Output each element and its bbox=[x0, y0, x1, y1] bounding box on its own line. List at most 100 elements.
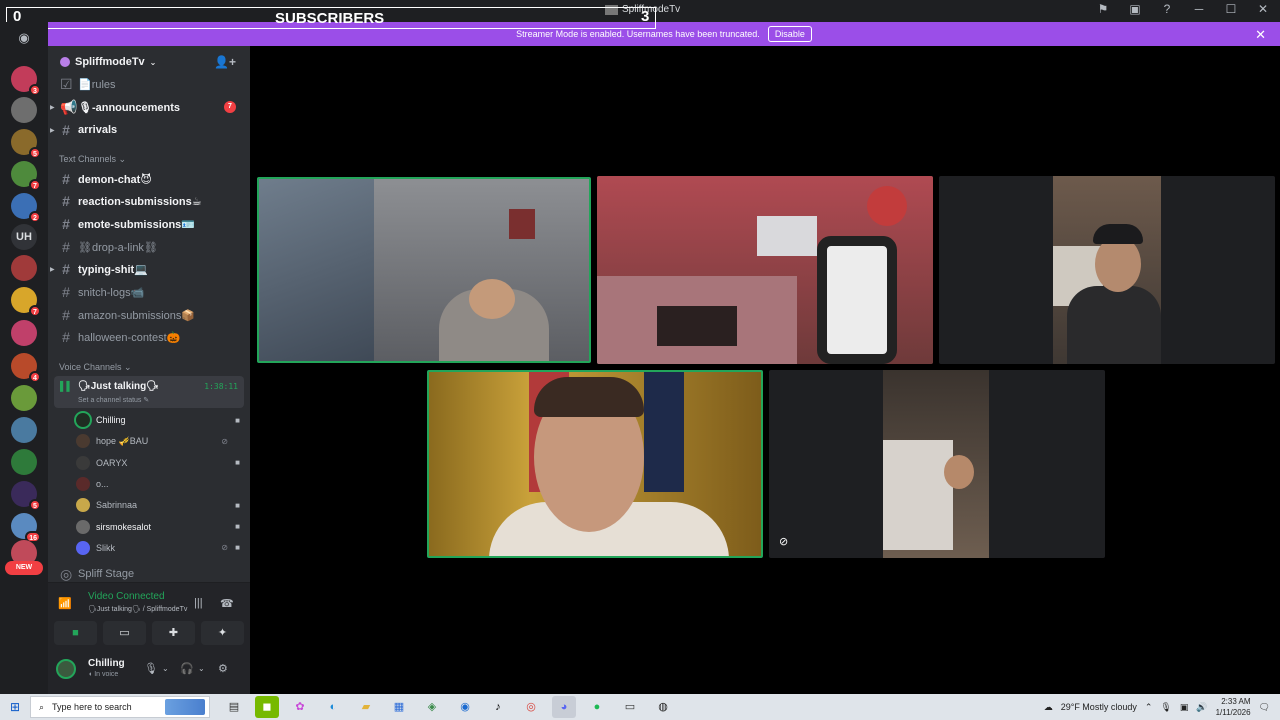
video-feed bbox=[883, 440, 953, 550]
close-banner-icon[interactable]: ✕ bbox=[1255, 27, 1266, 43]
voice-member[interactable]: sirsmokesalot ■ bbox=[76, 518, 244, 536]
category-voice-channels[interactable]: Voice Channels ⌄ bbox=[59, 362, 132, 373]
inbox-flag-icon[interactable]: ⚑ bbox=[1094, 2, 1112, 16]
channel-item[interactable]: # amazon-submissions📦 bbox=[54, 305, 244, 325]
channel-spliff-stage[interactable]: ◎ Spliff Stage bbox=[54, 564, 244, 584]
disconnect-icon[interactable]: ☎ bbox=[220, 597, 234, 610]
app-icon[interactable]: ▭ bbox=[618, 696, 642, 718]
tiktok-icon[interactable]: ♪ bbox=[486, 696, 510, 718]
channel-item[interactable]: # snitch-logs📹 bbox=[54, 282, 244, 302]
server-icon[interactable]: UH bbox=[11, 224, 37, 250]
server-icon[interactable]: 7 bbox=[11, 161, 41, 191]
help-icon[interactable]: ? bbox=[1158, 2, 1176, 16]
weather-text[interactable]: 29°F Mostly cloudy bbox=[1061, 702, 1137, 712]
hash-icon: # bbox=[62, 329, 70, 345]
server-icon[interactable]: 3 bbox=[11, 66, 41, 96]
edge-icon[interactable]: ◐ bbox=[321, 696, 345, 718]
network-icon[interactable]: ▣ bbox=[1180, 702, 1189, 713]
noise-suppression-icon[interactable]: ||| bbox=[194, 597, 203, 609]
screen-icon[interactable]: ▣ bbox=[1126, 2, 1144, 16]
invite-people-icon[interactable]: 👤+ bbox=[214, 55, 236, 69]
minimize-button[interactable]: ─ bbox=[1190, 2, 1208, 16]
windows-start-icon[interactable]: ⊞ bbox=[0, 700, 30, 714]
camera-button[interactable]: ■ bbox=[54, 621, 97, 645]
soundboard-button[interactable]: ✦ bbox=[201, 621, 244, 645]
voice-member[interactable]: hope 🎺BAU ⊘ bbox=[76, 432, 244, 450]
channel-announcements[interactable]: ▶ 📢 🎙-announcements 7 bbox=[50, 97, 244, 117]
obs-icon[interactable]: ◍ bbox=[651, 696, 675, 718]
video-feed bbox=[1093, 224, 1143, 244]
channel-item[interactable]: # ⛓drop-a-link⛓ bbox=[54, 237, 244, 257]
discord-home-icon[interactable]: ◉ bbox=[14, 30, 34, 46]
mic-tray-icon[interactable]: 🎙 bbox=[1160, 702, 1171, 713]
video-tile-2[interactable] bbox=[597, 176, 933, 364]
server-icon[interactable]: 16 bbox=[11, 513, 41, 543]
clock[interactable]: 2:33 AM 1/11/2026 bbox=[1216, 696, 1251, 718]
server-icon[interactable] bbox=[11, 449, 37, 475]
channel-item[interactable]: # halloween-contest🎃 bbox=[54, 327, 244, 347]
channel-name: halloween-contest🎃 bbox=[78, 331, 181, 344]
server-icon[interactable]: 5 bbox=[11, 481, 41, 511]
voice-channel-just-talking[interactable]: ▌▌ 🗣Just talking🗣 1:38:11 Set a channel … bbox=[54, 376, 244, 408]
connection-status[interactable]: Video Connected bbox=[88, 591, 165, 602]
channel-name: snitch-logs📹 bbox=[78, 286, 145, 299]
mic-options-chevron-icon[interactable]: ⌄ bbox=[162, 664, 169, 673]
app-icon[interactable]: ◈ bbox=[420, 696, 444, 718]
audio-options-chevron-icon[interactable]: ⌄ bbox=[198, 664, 205, 673]
maximize-button[interactable]: ☐ bbox=[1222, 2, 1240, 16]
close-window-button[interactable]: ✕ bbox=[1254, 2, 1272, 16]
category-text-channels[interactable]: Text Channels ⌄ bbox=[59, 154, 126, 165]
channel-item[interactable]: # emote-submissions🪪 bbox=[54, 214, 244, 234]
server-icon[interactable] bbox=[11, 320, 37, 346]
notifications-icon[interactable]: 🗨 bbox=[1259, 702, 1270, 713]
server-icon[interactable] bbox=[11, 385, 37, 411]
server-icon[interactable] bbox=[11, 97, 37, 123]
microphone-icon[interactable]: 🎙 bbox=[144, 662, 158, 675]
screen-share-button[interactable]: ▭ bbox=[103, 621, 146, 645]
outlook-icon[interactable]: ◉ bbox=[453, 696, 477, 718]
server-mention-badge: 7 bbox=[29, 179, 41, 191]
member-avatar bbox=[76, 519, 90, 534]
channel-item[interactable]: # reaction-submissions☕ bbox=[54, 191, 244, 211]
video-feed bbox=[944, 455, 974, 489]
server-icon[interactable]: 7 bbox=[11, 287, 41, 317]
voice-member[interactable]: Chilling ■ bbox=[76, 411, 244, 429]
channel-item[interactable]: # demon-chat😈 bbox=[54, 169, 244, 189]
user-avatar[interactable] bbox=[56, 659, 76, 679]
voice-member[interactable]: Slikk ⊘ ■ bbox=[76, 539, 244, 557]
task-view-icon[interactable]: ▤ bbox=[222, 696, 246, 718]
disable-streamer-mode-button[interactable]: Disable bbox=[767, 26, 812, 42]
spotify-icon[interactable]: ● bbox=[585, 696, 609, 718]
channel-status[interactable]: Set a channel status ✎ bbox=[78, 396, 149, 404]
volume-icon[interactable]: 🔊 bbox=[1196, 702, 1207, 713]
channel-arrivals[interactable]: ▶ # arrivals bbox=[50, 120, 244, 140]
server-icon[interactable] bbox=[11, 255, 37, 281]
server-icon[interactable]: 5 bbox=[11, 129, 41, 159]
tray-overflow-icon[interactable]: ⌃ bbox=[1145, 702, 1153, 713]
video-tile-1[interactable] bbox=[257, 177, 591, 363]
video-tile-4[interactable] bbox=[427, 370, 763, 558]
voice-member[interactable]: o... bbox=[76, 475, 244, 493]
nvidia-icon[interactable]: ◼ bbox=[255, 696, 279, 718]
taskbar-search[interactable]: ⌕ Type here to search bbox=[30, 696, 210, 718]
weather-icon: ☁ bbox=[1043, 701, 1053, 712]
discord-taskbar-icon[interactable]: ◕ bbox=[552, 696, 576, 718]
video-tile-3[interactable] bbox=[939, 176, 1275, 364]
settings-gear-icon[interactable]: ⚙ bbox=[218, 662, 228, 675]
store-icon[interactable]: ▦ bbox=[387, 696, 411, 718]
chrome-icon[interactable]: ◎ bbox=[519, 696, 543, 718]
channel-rules[interactable]: ☑ 📄rules bbox=[54, 74, 244, 94]
file-explorer-icon[interactable]: ▰ bbox=[354, 696, 378, 718]
activities-button[interactable]: ✚ bbox=[152, 621, 195, 645]
signal-icon: 📶 bbox=[58, 598, 72, 610]
video-tile-5[interactable]: ⊘ bbox=[769, 370, 1105, 558]
channel-item[interactable]: ▶ # typing-shit💻 bbox=[50, 259, 244, 279]
headphones-icon[interactable]: 🎧 bbox=[180, 662, 194, 675]
hash-icon: # bbox=[62, 216, 70, 232]
copilot-icon[interactable]: ✿ bbox=[288, 696, 312, 718]
server-icon[interactable] bbox=[11, 417, 37, 443]
server-icon[interactable]: 4 bbox=[11, 353, 41, 383]
server-icon[interactable]: 2 bbox=[11, 193, 41, 223]
voice-member[interactable]: Sabrinnaa ■ bbox=[76, 496, 244, 514]
voice-member[interactable]: OARYX ■ bbox=[76, 454, 244, 472]
